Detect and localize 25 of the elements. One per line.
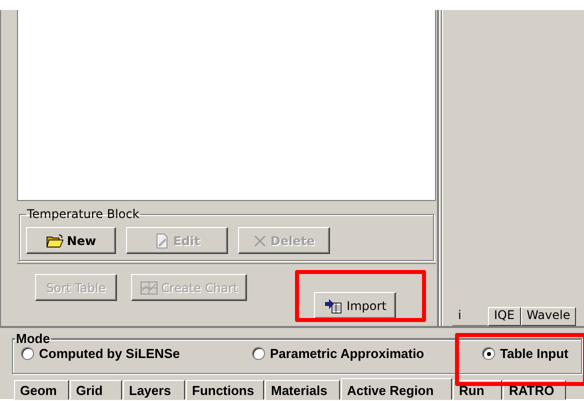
- radio-option[interactable]: Table Input: [482, 346, 581, 361]
- new-button[interactable]: New: [26, 227, 116, 254]
- tab[interactable]: IQE: [488, 307, 521, 326]
- splitter[interactable]: [436, 10, 444, 326]
- tab[interactable]: Active Region: [341, 378, 452, 400]
- document-edit-icon: [154, 232, 170, 248]
- tab[interactable]: Wavele: [520, 307, 576, 326]
- folder-icon: [46, 234, 64, 248]
- cross-icon: [253, 234, 268, 248]
- radio-option[interactable]: Computed by SiLENSe: [21, 346, 252, 361]
- import-icon: [324, 298, 344, 314]
- radio-button[interactable]: [252, 347, 265, 360]
- tab[interactable]: Functions: [186, 380, 264, 400]
- radio-button[interactable]: [21, 347, 34, 360]
- tab[interactable]: i: [452, 307, 488, 326]
- tab[interactable]: Grid: [70, 380, 122, 400]
- radio-option[interactable]: Parametric Approximatio: [252, 346, 482, 361]
- tab[interactable]: Geom: [14, 380, 69, 400]
- tab[interactable]: Materials: [265, 380, 340, 400]
- group-title: Mode: [15, 331, 51, 346]
- group-title: Temperature Block: [26, 207, 140, 221]
- import-button[interactable]: Import: [314, 292, 396, 319]
- radio-button[interactable]: [482, 347, 495, 360]
- tab[interactable]: Layers: [123, 380, 185, 400]
- chart-icon: [140, 280, 158, 294]
